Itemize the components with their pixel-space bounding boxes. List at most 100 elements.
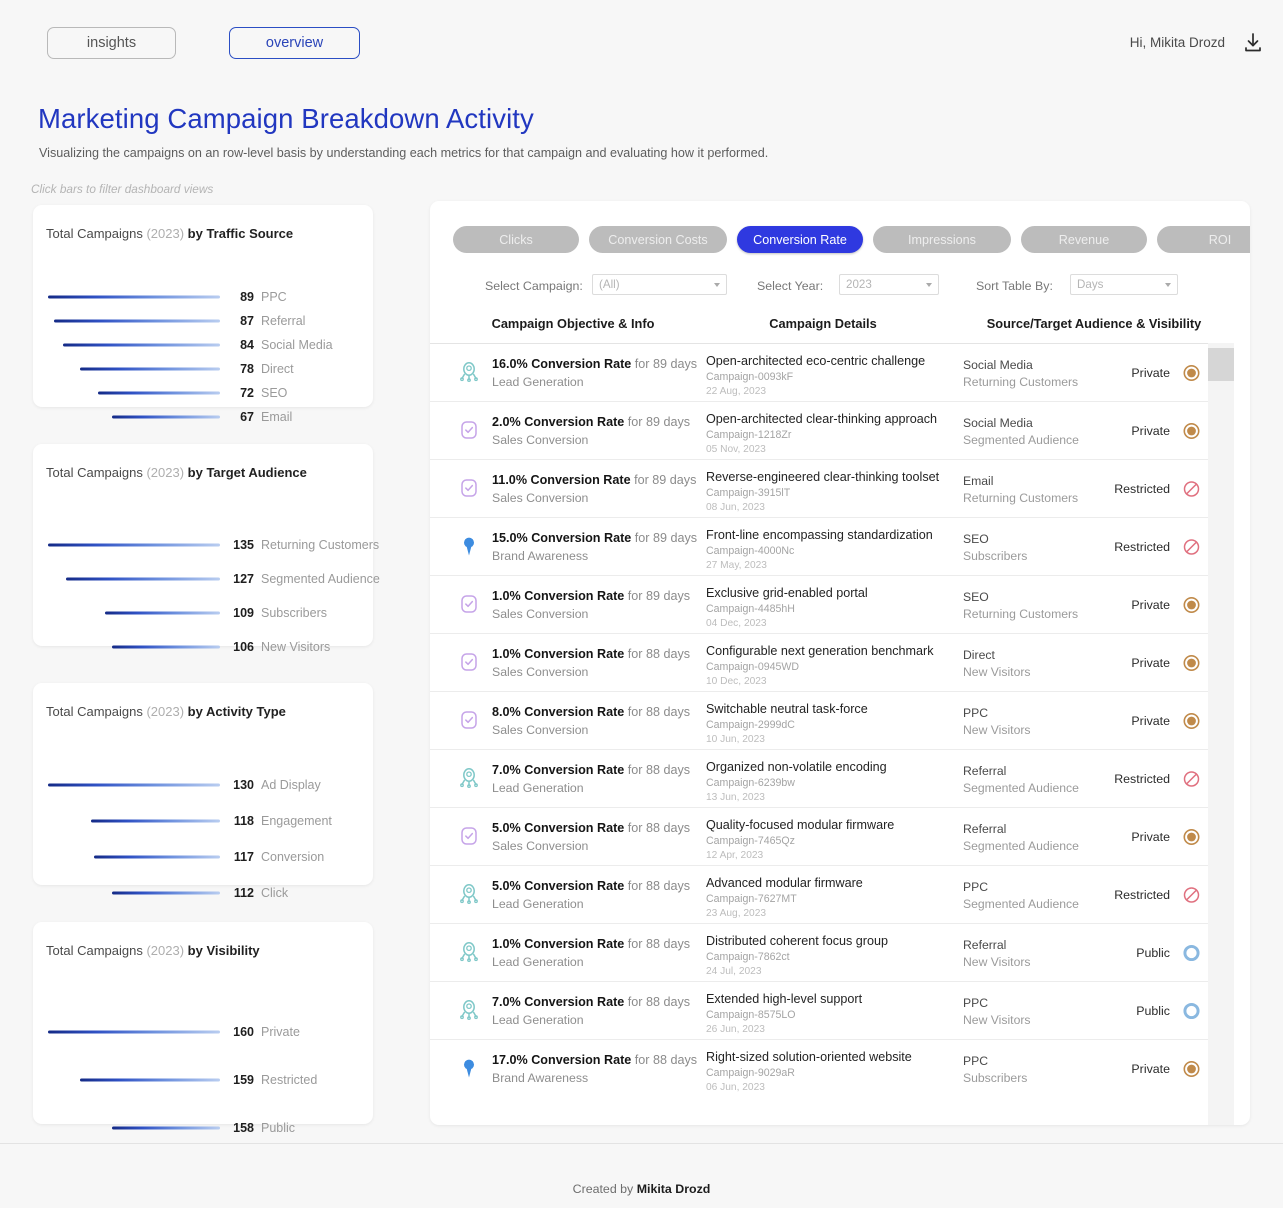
conversion-rate-value: 7.0% Conversion Rate [492,763,625,777]
chart-bar-value-label: 112 Click [220,886,373,900]
chart-bar[interactable] [48,1030,220,1034]
chart-bar[interactable] [94,855,220,859]
chart-bar[interactable] [112,645,220,649]
chart-bar-value-label: 89 PPC [220,290,373,304]
metric-pill-revenue[interactable]: Revenue [1021,226,1147,253]
tab-overview[interactable]: overview [229,27,360,59]
campaign-duration: for 88 days [634,1053,698,1067]
campaign-date: 24 Jul, 2023 [706,966,762,977]
chart-bar-row[interactable]: 72 SEO [33,381,373,405]
chart-bar-row[interactable]: 118 Engagement [33,803,373,839]
traffic-source: PPC [963,706,989,720]
private-dot-icon [1183,828,1200,845]
chart-bar[interactable] [105,611,220,615]
table-row[interactable]: 1.0% Conversion Rate for 89 days Sales Co… [430,575,1212,633]
campaign-objective-cell: 1.0% Conversion Rate for 88 days Sales Co… [492,647,690,679]
chart-card-title: Total Campaigns (2023) by Traffic Source [33,205,373,241]
table-row[interactable]: 17.0% Conversion Rate for 88 days Brand A… [430,1039,1212,1097]
chart-bar-row[interactable]: 158 Public [33,1104,373,1152]
chart-bar[interactable] [80,1078,220,1082]
metric-pill-conversion-costs[interactable]: Conversion Costs [589,226,727,253]
chevron-down-icon[interactable] [926,282,932,287]
chart-bar-row[interactable]: 135 Returning Customers [33,528,379,562]
chart-bar-row[interactable]: 112 Click [33,875,373,911]
chart-card-by-activity-type: Total Campaigns (2023) by Activity Type 1… [33,683,373,900]
check-square-icon [458,418,482,444]
filter-label-0: Select Campaign: [485,279,583,293]
table-row[interactable]: 8.0% Conversion Rate for 88 days Sales Co… [430,691,1212,749]
chart-bar[interactable] [65,577,220,581]
table-row[interactable]: 5.0% Conversion Rate for 88 days Sales Co… [430,807,1212,865]
filter-select-2[interactable]: Days [1070,274,1178,295]
chart-bar-value: 67 [240,410,254,424]
table-scrollbar-thumb[interactable] [1208,348,1234,381]
campaign-name: Exclusive grid-enabled portal [706,586,868,600]
chart-bar-row[interactable]: 67 Email [33,405,373,429]
chevron-down-icon[interactable] [714,282,720,287]
campaign-objective-cell: 15.0% Conversion Rate for 89 days Brand A… [492,531,697,563]
chart-bar-category: Private [261,1025,300,1039]
chart-bar-row[interactable]: 127 Segmented Audience [33,562,380,596]
chart-bar[interactable] [80,367,220,371]
conversion-rate-value: 17.0% Conversion Rate [492,1053,632,1067]
table-scrollbar[interactable] [1208,343,1234,1125]
chart-bar-category: Social Media [261,338,333,352]
metric-pill-impressions[interactable]: Impressions [873,226,1011,253]
rocket-icon [458,766,482,792]
campaign-duration: for 89 days [634,531,698,545]
table-row[interactable]: 7.0% Conversion Rate for 88 days Lead Gen… [430,981,1212,1039]
metric-pill-roi[interactable]: ROI [1157,226,1250,253]
table-row[interactable]: 1.0% Conversion Rate for 88 days Lead Gen… [430,923,1212,981]
visibility-label: Private [1131,1061,1170,1076]
footer-credit: Created by Mikita Drozd [0,1182,1283,1196]
filter-bar: Select Campaign: (All) Select Year: 2023 Sor… [458,274,1238,302]
chart-bar-row[interactable]: 109 Subscribers [33,596,373,630]
chart-bar-row[interactable]: 130 Ad Display [33,767,373,803]
campaign-id: Campaign-6239bw [706,777,795,789]
chart-bar[interactable] [53,319,220,323]
chart-bar[interactable] [112,415,220,419]
chart-bar-category: Email [261,410,293,424]
download-icon[interactable] [1242,31,1264,55]
chart-bar[interactable] [48,783,220,787]
chart-bar-row[interactable]: 117 Conversion [33,839,373,875]
chart-bar-value-label: 127 Segmented Audience [220,572,380,586]
table-row[interactable]: 7.0% Conversion Rate for 88 days Lead Gen… [430,749,1212,807]
metric-pill-conversion-rate[interactable]: Conversion Rate [737,226,863,253]
chart-bar[interactable] [62,343,220,347]
metric-pill-clicks[interactable]: Clicks [453,226,579,253]
table-row[interactable]: 15.0% Conversion Rate for 89 days Brand A… [430,517,1212,575]
filter-select-0[interactable]: (All) [592,274,727,295]
traffic-source: PPC [963,996,989,1010]
table-row[interactable]: 2.0% Conversion Rate for 89 days Sales Co… [430,401,1212,459]
chart-bar-row[interactable]: 106 New Visitors [33,630,373,664]
table-row[interactable]: 5.0% Conversion Rate for 88 days Lead Gen… [430,865,1212,923]
campaign-objective-cell: 5.0% Conversion Rate for 88 days Sales Co… [492,821,690,853]
chart-bar[interactable] [48,295,220,299]
campaign-name: Reverse-engineered clear-thinking toolse… [706,470,940,484]
chart-bar-row[interactable]: 159 Restricted [33,1056,373,1104]
chart-bar[interactable] [97,391,220,395]
chart-bar-value: 106 [233,640,254,654]
chart-bar[interactable] [112,891,220,895]
chart-bar[interactable] [90,819,220,823]
footer-prefix: Created by [572,1182,637,1196]
tab-insights[interactable]: insights [47,27,176,59]
chart-bar-row[interactable]: 78 Direct [33,357,373,381]
filter-select-1[interactable]: 2023 [839,274,939,295]
pin-icon [458,534,482,560]
chart-bar-row[interactable]: 160 Private [33,1008,373,1056]
chart-bar[interactable] [48,543,220,547]
table-row[interactable]: 11.0% Conversion Rate for 89 days Sales C… [430,459,1212,517]
visibility-label: Public [1136,1003,1170,1018]
visibility-label: Private [1131,365,1170,380]
chevron-down-icon[interactable] [1165,282,1171,287]
table-row[interactable]: 1.0% Conversion Rate for 88 days Sales Co… [430,633,1212,691]
chart-bar-value: 130 [233,778,254,792]
table-row[interactable]: 16.0% Conversion Rate for 89 days Lead Ge… [430,343,1212,401]
campaign-name: Open-architected clear-thinking approach [706,412,938,426]
chart-bar[interactable] [112,1126,220,1130]
chart-bar-row[interactable]: 87 Referral [33,309,373,333]
chart-bar-row[interactable]: 84 Social Media [33,333,373,357]
chart-bar-row[interactable]: 89 PPC [33,285,373,309]
